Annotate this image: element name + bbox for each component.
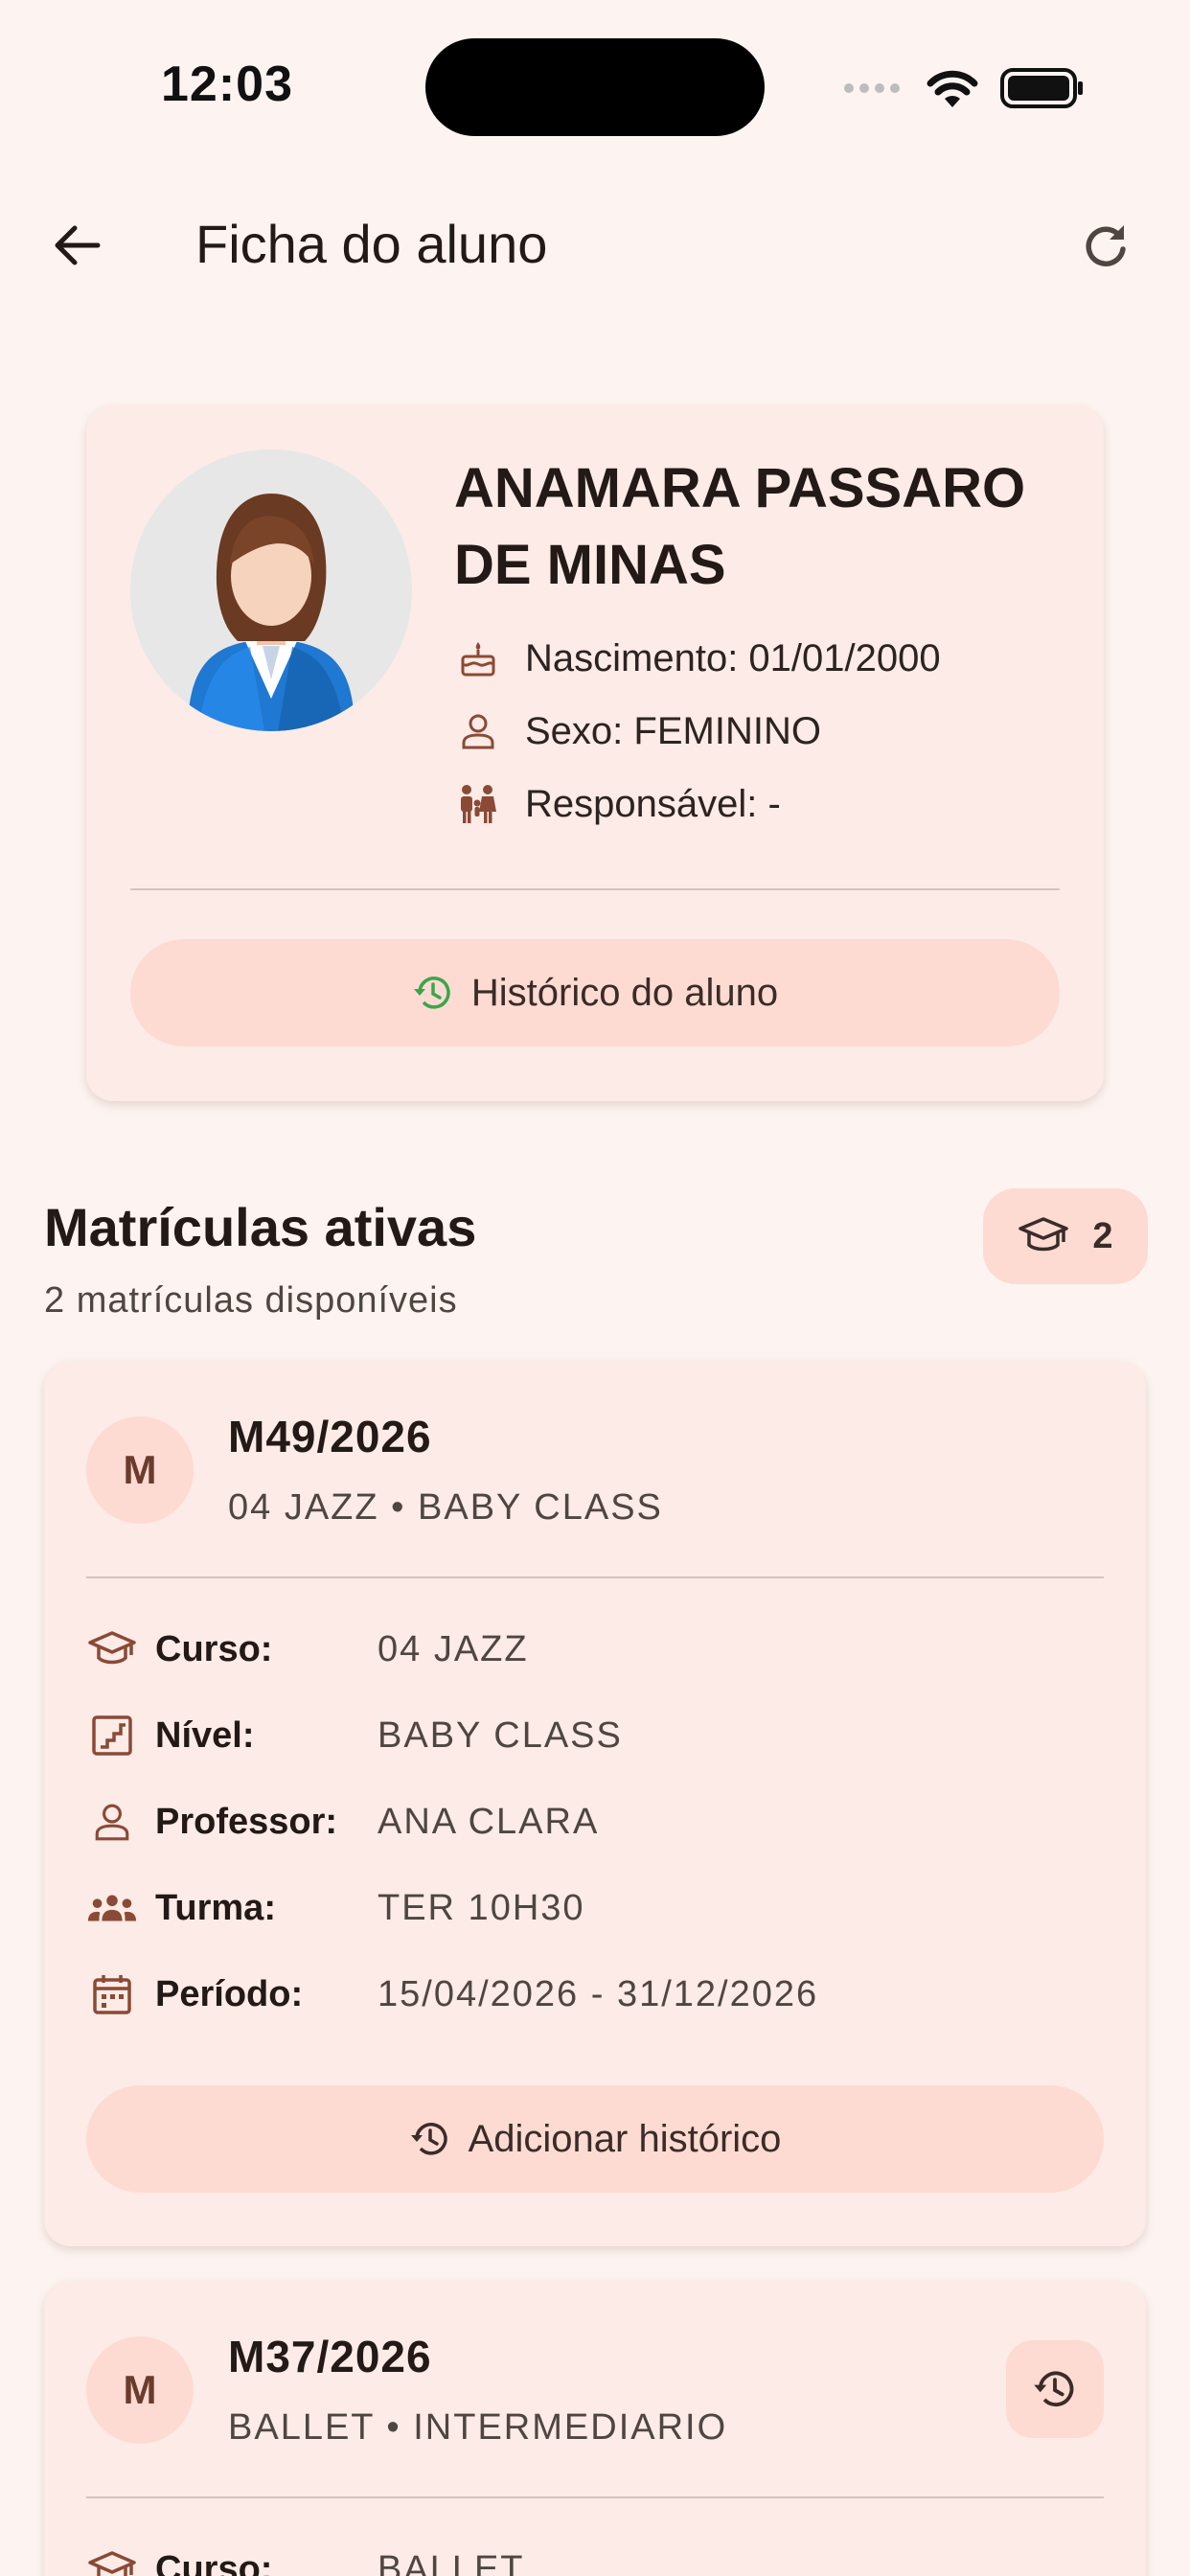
arrow-back-icon: [55, 225, 101, 265]
student-history-button[interactable]: Histórico do aluno: [130, 939, 1060, 1046]
enrollment-code: M37/2026: [228, 2332, 432, 2381]
refresh-icon: [1086, 225, 1126, 266]
status-time: 12:03: [161, 57, 293, 112]
dynamic-island: [425, 38, 765, 136]
person-icon: [454, 707, 502, 755]
school-icon: [86, 2543, 138, 2576]
history-icon: [412, 972, 454, 1014]
student-avatar: [130, 449, 412, 731]
add-history-button[interactable]: Adicionar histórico: [86, 2085, 1104, 2193]
birth-text: Nascimento: 01/01/2000: [525, 636, 941, 679]
sex-row: Sexo: FEMININO: [454, 707, 821, 755]
student-name: ANAMARA PASSARO DE MINAS: [454, 457, 1026, 596]
guardian-text: Responsável: -: [525, 782, 781, 825]
enrollment-avatar: M: [86, 1416, 194, 1524]
detail-value: BALLET: [378, 2548, 525, 2576]
status-icons: [843, 61, 1085, 115]
history-icon: [1034, 2371, 1074, 2407]
detail-label: Curso:: [155, 2548, 273, 2576]
family-icon: [454, 780, 502, 828]
back-button[interactable]: [34, 197, 119, 293]
person-avatar-icon: [130, 449, 412, 731]
enrollment-avatar: M: [86, 2336, 194, 2444]
enrollment-code: M49/2026: [228, 1412, 432, 1461]
detail-label: Nível:: [155, 1714, 255, 1756]
detail-value: 15/04/2026 - 31/12/2026: [378, 1973, 819, 2014]
add-history-icon-button[interactable]: [1006, 2340, 1104, 2438]
student-history-label: Histórico do aluno: [470, 971, 779, 1014]
calendar-icon: [86, 1968, 138, 2020]
detail-label: Turma:: [155, 1887, 276, 1928]
active-enrollments-subtitle: 2 matrículas disponíveis: [44, 1280, 458, 1321]
detail-label: Professor:: [155, 1801, 338, 1842]
detail-value: BABY CLASS: [378, 1714, 623, 1756]
signal-icon: [844, 83, 900, 93]
cake-icon: [454, 634, 502, 682]
active-enrollments-title: Matrículas ativas: [44, 1197, 477, 1257]
history-icon: [409, 2118, 451, 2160]
sex-text: Sexo: FEMININO: [525, 709, 821, 752]
refresh-button[interactable]: [1064, 197, 1148, 293]
enrollment-divider: [86, 2496, 1104, 2498]
group-icon: [86, 1882, 138, 1934]
detail-value: ANA CLARA: [378, 1801, 600, 1842]
enrollment-count: 2: [1092, 1215, 1113, 1256]
enrollment-subtitle: 04 JAZZ • BABY CLASS: [228, 1487, 663, 1528]
detail-label: Curso:: [155, 1628, 273, 1669]
school-icon: [86, 1623, 138, 1675]
battery-icon: [1000, 68, 1083, 108]
enrollment-count-badge: 2: [983, 1188, 1148, 1284]
detail-row-course: Curso: BALLET: [86, 2543, 525, 2576]
person-icon: [86, 1796, 138, 1848]
stairs-icon: [86, 1710, 138, 1761]
birth-row: Nascimento: 01/01/2000: [454, 634, 941, 682]
guardian-row: Responsável: -: [454, 780, 781, 828]
add-history-label: Adicionar histórico: [468, 2117, 782, 2160]
wifi-icon: [927, 70, 978, 107]
detail-value: 04 JAZZ: [378, 1628, 529, 1669]
profile-divider: [130, 888, 1060, 890]
detail-row-course: Curso: 04 JAZZ: [86, 1623, 529, 1675]
enrollment-subtitle: BALLET • INTERMEDIARIO: [228, 2407, 728, 2448]
detail-label: Período:: [155, 1973, 304, 2014]
detail-row-teacher: Professor: ANA CLARA: [86, 1796, 599, 1848]
detail-row-period: Período: 15/04/2026 - 31/12/2026: [86, 1968, 818, 2020]
detail-row-level: Nível: BABY CLASS: [86, 1710, 623, 1761]
detail-value: TER 10H30: [378, 1887, 585, 1928]
enrollment-divider: [86, 1576, 1104, 1578]
graduation-cap-icon: [1018, 1217, 1069, 1252]
detail-row-class: Turma: TER 10H30: [86, 1882, 585, 1934]
page-title: Ficha do aluno: [195, 214, 548, 274]
